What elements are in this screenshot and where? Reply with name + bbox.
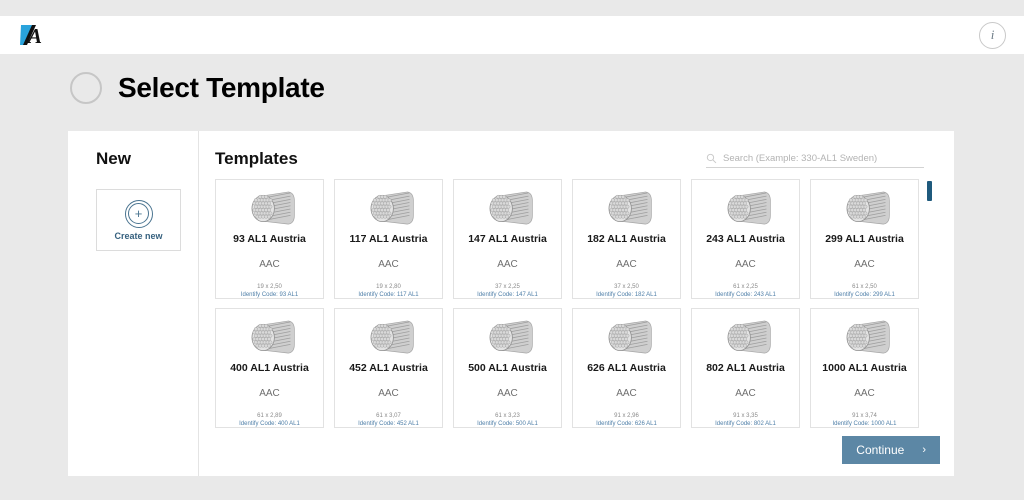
template-type: AAC <box>259 259 280 270</box>
template-identify-code: Identify Code: 93 AL1 <box>240 292 299 298</box>
search-input[interactable] <box>723 153 924 164</box>
svg-text:A: A <box>26 24 42 47</box>
template-card[interactable]: 299 AL1 Austria AAC 61 x 2,50 Identify Code… <box>810 179 919 299</box>
template-type: AAC <box>854 388 875 399</box>
template-card[interactable]: 147 AL1 Austria AAC 37 x 2,25 Identify Code… <box>453 179 562 299</box>
templates-grid: 93 AL1 Austria AAC 19 x 2,50 Identify Code:… <box>215 179 923 428</box>
template-type: AAC <box>378 388 399 399</box>
continue-label: Continue <box>856 443 905 457</box>
conductor-thumbnail-icon <box>727 320 771 354</box>
template-name: 626 AL1 Austria <box>587 362 666 374</box>
template-type: AAC <box>616 259 637 270</box>
search-field[interactable] <box>706 153 924 168</box>
template-dimension: 91 x 3,74 <box>852 413 877 419</box>
template-identify-code: Identify Code: 802 AL1 <box>715 421 776 427</box>
conductor-thumbnail-icon <box>846 320 890 354</box>
template-identify-code: Identify Code: 182 AL1 <box>596 292 657 298</box>
scrollbar-thumb[interactable] <box>927 181 932 201</box>
template-dimension: 19 x 2,50 <box>257 284 282 290</box>
template-dimension: 61 x 2,89 <box>257 413 282 419</box>
template-dimension: 37 x 2,25 <box>495 284 520 290</box>
create-new-button[interactable]: + Create new <box>96 189 181 251</box>
search-icon <box>706 153 717 164</box>
conductor-thumbnail-icon <box>846 191 890 225</box>
conductor-thumbnail-icon <box>608 191 652 225</box>
template-type: AAC <box>259 388 280 399</box>
templates-scroll-area[interactable]: 93 AL1 Austria AAC 19 x 2,50 Identify Code:… <box>215 179 923 431</box>
plus-glyph: + <box>128 203 149 224</box>
template-name: 117 AL1 Austria <box>349 233 428 245</box>
page-header: Select Template <box>70 72 325 104</box>
template-dimension: 91 x 2,96 <box>614 413 639 419</box>
template-name: 147 AL1 Austria <box>468 233 547 245</box>
template-type: AAC <box>497 388 518 399</box>
card-footer: Continue › <box>842 436 940 464</box>
template-dimension: 61 x 2,50 <box>852 284 877 290</box>
conductor-thumbnail-icon <box>251 191 295 225</box>
template-name: 802 AL1 Austria <box>706 362 785 374</box>
template-card[interactable]: 802 AL1 Austria AAC 91 x 3,35 Identify Code… <box>691 308 800 428</box>
template-card[interactable]: 243 AL1 Austria AAC 61 x 2,25 Identify Code… <box>691 179 800 299</box>
template-identify-code: Identify Code: 400 AL1 <box>239 421 300 427</box>
template-identify-code: Identify Code: 626 AL1 <box>596 421 657 427</box>
info-icon[interactable]: i <box>979 21 1006 49</box>
template-type: AAC <box>616 388 637 399</box>
plus-circle-icon: + <box>124 199 153 228</box>
template-dimension: 19 x 2,80 <box>376 284 401 290</box>
template-card[interactable]: 182 AL1 Austria AAC 37 x 2,50 Identify Code… <box>572 179 681 299</box>
template-name: 299 AL1 Austria <box>825 233 904 245</box>
template-type: AAC <box>854 259 875 270</box>
template-identify-code: Identify Code: 147 AL1 <box>477 292 538 298</box>
template-card[interactable]: 626 AL1 Austria AAC 91 x 2,96 Identify Code… <box>572 308 681 428</box>
template-identify-code: Identify Code: 243 AL1 <box>715 292 776 298</box>
template-dimension: 91 x 3,35 <box>733 413 758 419</box>
template-name: 400 AL1 Austria <box>230 362 309 374</box>
template-card[interactable]: 400 AL1 Austria AAC 61 x 2,89 Identify Code… <box>215 308 324 428</box>
page-title: Select Template <box>118 72 325 103</box>
template-dimension: 61 x 2,25 <box>733 284 758 290</box>
top-app-bar: A i <box>0 16 1024 54</box>
template-name: 500 AL1 Austria <box>468 362 547 374</box>
template-identify-code: Identify Code: 299 AL1 <box>834 292 895 298</box>
new-panel: New + Create new <box>68 131 199 476</box>
template-type: AAC <box>735 259 756 270</box>
templates-panel: Templates 93 AL1 Austria AAC 19 x 2,50 Iden… <box>199 131 954 476</box>
template-name: 182 AL1 Austria <box>587 233 666 245</box>
chevron-right-icon: › <box>922 444 926 456</box>
conductor-thumbnail-icon <box>489 191 533 225</box>
template-card[interactable]: 500 AL1 Austria AAC 61 x 3,23 Identify Code… <box>453 308 562 428</box>
template-identify-code: Identify Code: 117 AL1 <box>358 292 419 298</box>
template-dimension: 37 x 2,50 <box>614 284 639 290</box>
step-indicator-circle <box>70 72 102 104</box>
template-type: AAC <box>735 388 756 399</box>
create-new-label: Create new <box>114 230 163 241</box>
template-selection-card: New + Create new Templates Search (Examp… <box>68 131 954 476</box>
template-type: AAC <box>378 259 399 270</box>
template-identify-code: Identify Code: 1000 AL1 <box>832 421 897 427</box>
template-card[interactable]: 117 AL1 Austria AAC 19 x 2,80 Identify Code… <box>334 179 443 299</box>
template-name: 1000 AL1 Austria <box>822 362 907 374</box>
continue-button[interactable]: Continue › <box>842 436 940 464</box>
conductor-thumbnail-icon <box>370 191 414 225</box>
conductor-thumbnail-icon <box>727 191 771 225</box>
template-type: AAC <box>497 259 518 270</box>
new-panel-title: New <box>96 149 131 168</box>
template-dimension: 61 x 3,23 <box>495 413 520 419</box>
templates-title: Templates <box>215 149 298 168</box>
template-name: 93 AL1 Austria <box>233 233 306 245</box>
brand-logo-icon[interactable]: A <box>18 23 44 48</box>
template-card[interactable]: 93 AL1 Austria AAC 19 x 2,50 Identify Code:… <box>215 179 324 299</box>
vertical-scrollbar[interactable] <box>927 181 932 431</box>
conductor-thumbnail-icon <box>489 320 533 354</box>
template-card[interactable]: 452 AL1 Austria AAC 61 x 3,07 Identify Code… <box>334 308 443 428</box>
template-card[interactable]: 1000 AL1 Austria AAC 91 x 3,74 Identify Cod… <box>810 308 919 428</box>
conductor-thumbnail-icon <box>608 320 652 354</box>
template-identify-code: Identify Code: 500 AL1 <box>477 421 538 427</box>
conductor-thumbnail-icon <box>370 320 414 354</box>
conductor-thumbnail-icon <box>251 320 295 354</box>
template-name: 243 AL1 Austria <box>706 233 785 245</box>
template-dimension: 61 x 3,07 <box>376 413 401 419</box>
template-name: 452 AL1 Austria <box>349 362 428 374</box>
template-identify-code: Identify Code: 452 AL1 <box>358 421 419 427</box>
